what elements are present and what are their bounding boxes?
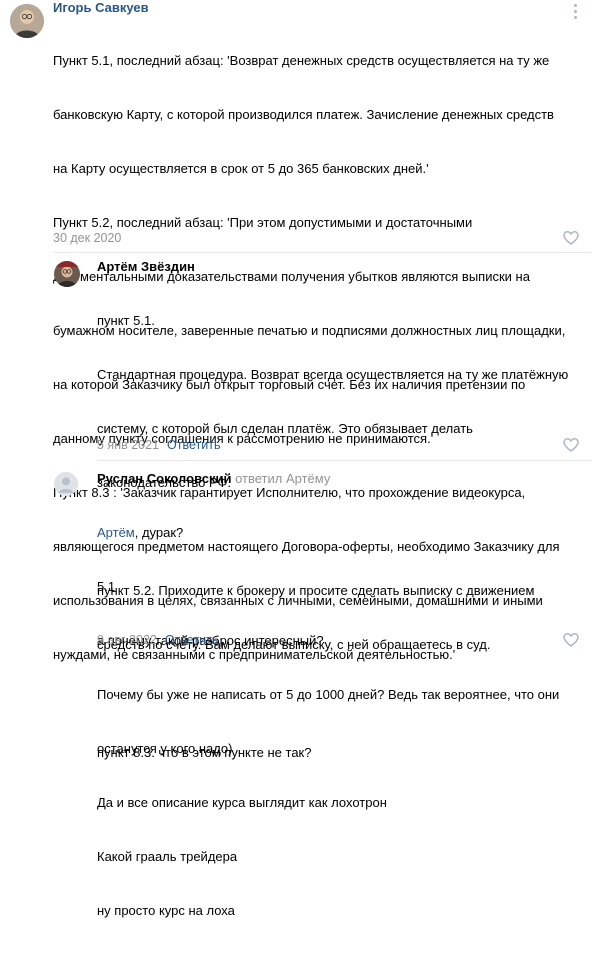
text-line: Пункт 5.2, последний абзац: 'При этом до… <box>53 215 473 230</box>
avatar-igor[interactable] <box>10 4 44 38</box>
comment-author: Руслан Соколовский ответил Артёму <box>97 471 330 487</box>
avatar-ruslan[interactable] <box>54 472 78 496</box>
text-line: останутся у кого надо) <box>97 741 233 756</box>
author-name[interactable]: Руслан Соколовский <box>97 471 231 486</box>
text-line: Почему бы уже не написать от 5 до 1000 д… <box>97 687 560 702</box>
heart-icon[interactable] <box>563 230 579 246</box>
text-line: банковскую Карту, с которой производился… <box>53 107 554 122</box>
replied-to-label[interactable]: ответил Артёму <box>235 471 330 486</box>
text-line: 5.1 <box>97 579 116 594</box>
avatar-photo-artem <box>54 261 80 287</box>
more-vertical-icon[interactable] <box>574 4 578 20</box>
mention-link[interactable]: Артём <box>97 525 135 540</box>
mention-rest: , дурак? <box>134 525 184 540</box>
avatar-artem[interactable] <box>54 261 80 287</box>
text-line: Какой грааль трейдера <box>97 849 238 864</box>
text-line: Да и все описание курса выглядит как лох… <box>97 795 387 810</box>
date-text[interactable]: 30 дек 2020 <box>53 231 121 245</box>
comment-divider <box>53 252 592 253</box>
heart-icon[interactable] <box>563 632 579 648</box>
text-line: Пункт 5.1, последний абзац: 'Возврат ден… <box>53 53 550 68</box>
text-line: Стандартная процедура. Возврат всегда ос… <box>97 367 569 382</box>
avatar-photo-igor <box>10 4 44 38</box>
text-line: ну просто курс на лоха <box>97 903 235 918</box>
text-line: на Карту осуществляется в срок от 5 до 3… <box>53 161 429 176</box>
reply-button[interactable]: Ответить <box>165 633 218 647</box>
heart-icon[interactable] <box>563 437 579 453</box>
comment-date[interactable]: 30 дек 2020 <box>53 230 121 246</box>
comment-meta: 9 авг 2022 Ответить <box>97 632 218 648</box>
comment-divider <box>97 460 592 461</box>
text-line: пункт 5.1. <box>97 313 155 328</box>
text-line: систему, с которой был сделан платёж. Эт… <box>97 421 473 436</box>
comment-meta: 5 янв 2021 Ответить <box>97 437 220 453</box>
comment-author[interactable]: Артём Звёздин <box>97 259 195 275</box>
text-line: Артём, дурак? <box>97 524 559 542</box>
avatar-placeholder-icon <box>54 472 78 496</box>
comment-date[interactable]: 5 янв 2021 <box>97 438 159 452</box>
comment-text: Артём, дурак? 5.1 а почему такой разброс… <box>97 488 559 956</box>
reply-button[interactable]: Ответить <box>167 438 220 452</box>
comment-author[interactable]: Игорь Савкуев <box>53 0 149 16</box>
comment-date[interactable]: 9 авг 2022 <box>97 633 157 647</box>
